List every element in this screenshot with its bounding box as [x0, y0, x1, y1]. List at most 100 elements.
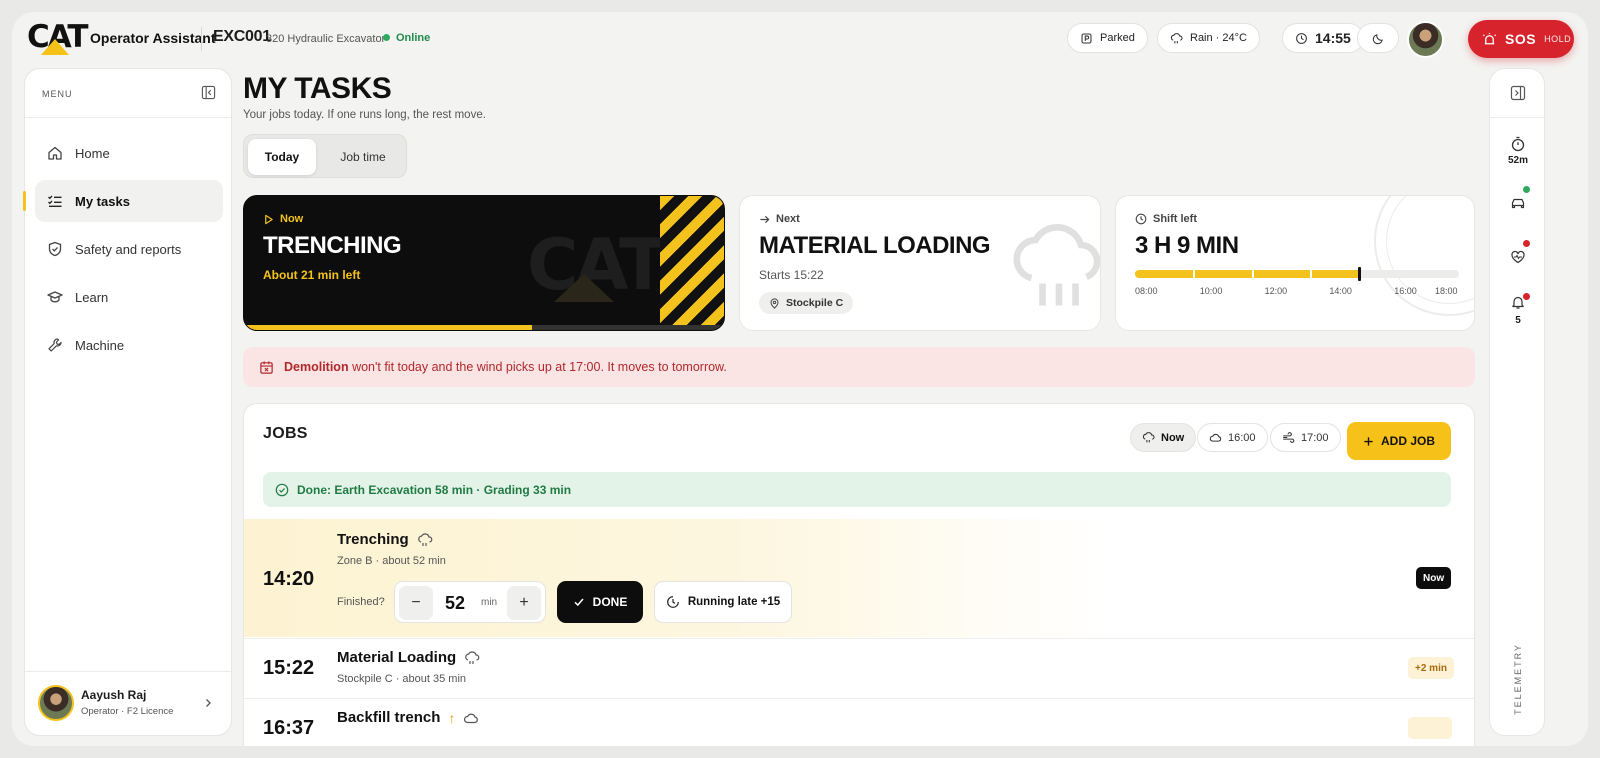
- timeline-label: 14:00: [1329, 286, 1352, 296]
- completed-summary: Done: Earth Excavation 58 min · Grading …: [263, 472, 1451, 507]
- timeline-label: 12:00: [1264, 286, 1288, 296]
- collapse-sidebar-icon[interactable]: [201, 85, 216, 100]
- timeline-label: 08:00: [1135, 286, 1158, 296]
- clock-delay-icon: [666, 596, 679, 608]
- now-label: Now: [263, 213, 303, 225]
- job-time: 15:22: [263, 657, 315, 679]
- clock-pill: 14:55: [1282, 23, 1364, 53]
- plus-icon: [1364, 436, 1373, 446]
- sidebar-item-safety[interactable]: Safety and reports: [35, 228, 223, 270]
- decrement-button[interactable]: −: [399, 586, 433, 620]
- tab-today[interactable]: Today: [248, 139, 316, 175]
- timeline-label: 10:00: [1199, 286, 1223, 296]
- job-title: Backfill trench ↑: [337, 709, 479, 726]
- active-indicator: [23, 191, 26, 211]
- running-late-button[interactable]: Running late +15: [654, 581, 792, 623]
- clock-icon: [1135, 213, 1147, 225]
- tab-job-time[interactable]: Job time: [322, 139, 404, 175]
- shift-card: Shift left 3 H 9 MIN 08:00 10:00 12:00 14:0…: [1115, 195, 1475, 331]
- next-task-title: MATERIAL LOADING: [759, 232, 991, 259]
- add-job-button[interactable]: ADD JOB: [1347, 422, 1451, 460]
- parked-pill[interactable]: Parked: [1067, 23, 1148, 53]
- rain-cloud-icon: [417, 532, 433, 546]
- map-pin-icon: [770, 297, 779, 309]
- job-time: 16:37: [263, 717, 315, 739]
- chevron-right-icon: [206, 699, 211, 707]
- duration-unit: min: [481, 597, 498, 608]
- reschedule-alert: Demolition won't fit today and the wind …: [243, 347, 1475, 387]
- user-name: Aayush Raj: [81, 688, 147, 702]
- status-badge: Now: [1416, 567, 1452, 589]
- machine-id: EXC001: [213, 28, 271, 45]
- cloud-icon: [1209, 433, 1222, 442]
- main-content: MY TASKS Your jobs today. If one runs lo…: [243, 68, 1475, 746]
- view-tabs: Today Job time: [243, 134, 407, 178]
- online-status: Online: [383, 32, 430, 44]
- table-row[interactable]: 15:22 Material Loading Stockpile C · abo…: [244, 638, 1474, 698]
- timeline-tick: [1309, 270, 1312, 278]
- now-task-title: TRENCHING: [263, 232, 402, 259]
- shift-timeline-labels: 08:00 10:00 12:00 14:00 16:00 18:00: [1135, 286, 1459, 298]
- alert-dot-icon: [1523, 240, 1530, 247]
- jobs-panel: JOBS Now 16:00 17:00 ADD JOB Done: Earth…: [243, 403, 1475, 746]
- delay-badge: +2 min: [1408, 657, 1454, 679]
- clock-icon: [1296, 32, 1307, 44]
- next-card[interactable]: Next MATERIAL LOADING Starts 15:22 Stock…: [739, 195, 1101, 331]
- jobs-title: JOBS: [263, 425, 308, 442]
- table-row[interactable]: 16:37 Backfill trench ↑: [244, 698, 1474, 746]
- timer-value: 52m: [1507, 155, 1528, 166]
- table-row[interactable]: 14:20 Trenching Zone B · about 52 min Fi…: [244, 519, 1474, 637]
- rain-cloud-icon: [465, 650, 480, 664]
- job-title: Material Loading: [337, 649, 480, 666]
- now-card[interactable]: CAT Now TRENCHING About 21 min left: [243, 195, 725, 331]
- sidebar-item-home[interactable]: Home: [35, 132, 223, 174]
- top-bar: CAT Operator Assistant EXC001 320 Hydrau…: [12, 12, 1588, 66]
- checklist-icon: [48, 195, 62, 207]
- sidebar-item-learn[interactable]: Learn: [35, 276, 223, 318]
- user-avatar: [38, 685, 74, 721]
- stopwatch-icon[interactable]: [1510, 136, 1526, 152]
- weather-chip-now[interactable]: Now: [1130, 423, 1197, 452]
- telemetry-toggle[interactable]: TELEMETRY: [1503, 629, 1533, 729]
- arrow-right-icon: [760, 215, 770, 223]
- duration-stepper: − 52 min +: [394, 581, 546, 623]
- weather-chip-1600[interactable]: 16:00: [1197, 423, 1268, 452]
- sidebar-item-machine[interactable]: Machine: [35, 324, 223, 366]
- now-progress-bar: [244, 325, 724, 330]
- shift-timeline: [1135, 267, 1459, 281]
- user-role: Operator · F2 Licence: [81, 706, 174, 717]
- job-time: 14:20: [263, 568, 315, 590]
- check-circle-icon: [275, 483, 289, 496]
- machine-status-icon[interactable]: [1510, 195, 1526, 211]
- location-chip: Stockpile C: [759, 292, 854, 314]
- theme-toggle[interactable]: [1357, 23, 1399, 53]
- weather-pill[interactable]: Rain · 24°C: [1157, 23, 1260, 53]
- sidebar-item-my-tasks[interactable]: My tasks: [23, 180, 223, 222]
- sidebar: MENU Home My tasks Safety and reports Le…: [23, 68, 232, 736]
- avatar[interactable]: [1407, 21, 1444, 58]
- page-title: MY TASKS: [243, 72, 392, 105]
- weather-chip-1700[interactable]: 17:00: [1270, 423, 1341, 452]
- cat-logo: CAT: [27, 19, 89, 55]
- timeline-tick: [1251, 270, 1254, 278]
- increment-button[interactable]: +: [507, 586, 541, 620]
- duration-value[interactable]: 52: [445, 593, 465, 614]
- collapse-rail-icon[interactable]: [1510, 85, 1526, 101]
- sos-button[interactable]: SOS HOLD: [1468, 20, 1574, 58]
- hazard-stripes: [660, 196, 724, 330]
- shift-remaining: 3 H 9 MIN: [1135, 232, 1239, 259]
- next-start-time: Starts 15:22: [759, 268, 824, 282]
- alarm-icon: [1482, 32, 1497, 44]
- done-button[interactable]: DONE: [557, 581, 643, 623]
- home-icon: [48, 146, 62, 160]
- status-dot-icon: [1523, 186, 1530, 193]
- parking-icon: [1081, 33, 1092, 43]
- priority-up-icon: ↑: [448, 709, 456, 726]
- heart-pulse-icon[interactable]: [1510, 249, 1526, 265]
- alert-text: Demolition won't fit today and the wind …: [284, 360, 727, 374]
- user-profile[interactable]: Aayush Raj Operator · F2 Licence: [25, 671, 231, 735]
- rain-cloud-icon: [1013, 224, 1100, 306]
- check-icon: [574, 598, 584, 607]
- play-icon: [265, 214, 273, 224]
- timeline-label: 18:00: [1435, 286, 1458, 296]
